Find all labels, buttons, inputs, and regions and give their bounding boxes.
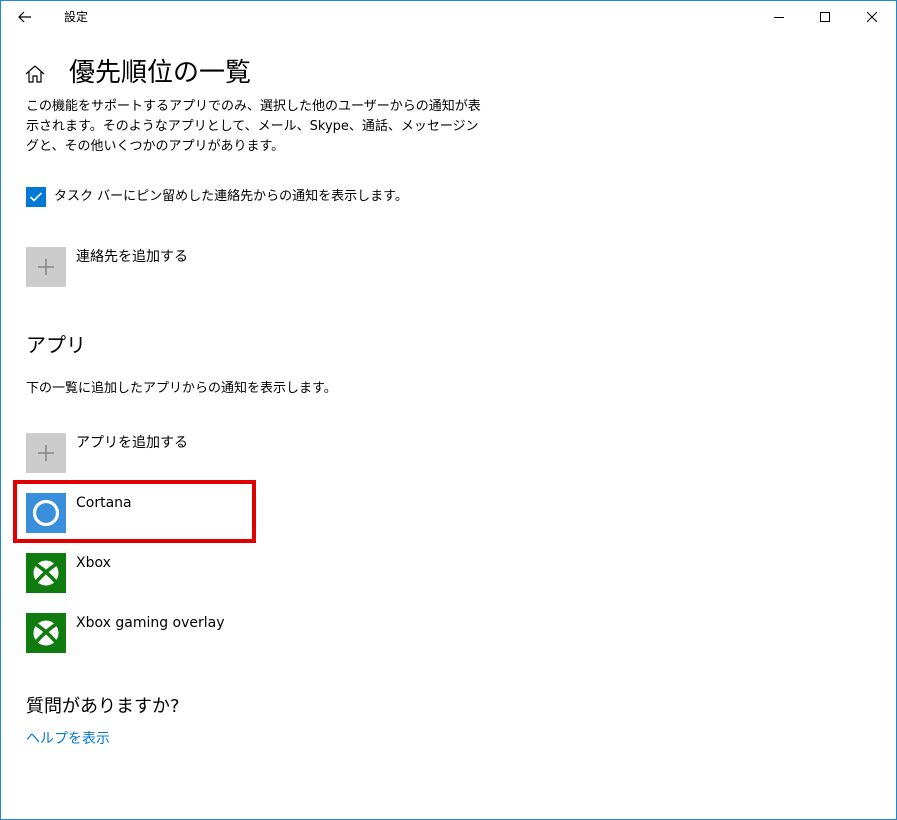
taskbar-contacts-checkbox-row[interactable]: タスク バーにピン留めした連絡先からの通知を表示します。	[26, 187, 408, 207]
checkmark-icon	[29, 192, 43, 202]
page-title: 優先順位の一覧	[69, 58, 252, 88]
back-button[interactable]	[9, 5, 41, 29]
xbox-icon	[33, 560, 59, 586]
close-button[interactable]	[849, 1, 895, 33]
minimize-icon	[774, 17, 784, 18]
cortana-highlight-box	[13, 480, 256, 543]
app-item-xbox-gaming-overlay-label[interactable]: Xbox gaming overlay	[76, 613, 225, 633]
taskbar-contacts-checkbox[interactable]	[26, 187, 46, 207]
title-bar: 設定	[1, 1, 896, 33]
maximize-button[interactable]	[802, 1, 848, 33]
help-question: 質問がありますか?	[26, 696, 180, 717]
close-icon	[867, 12, 877, 22]
app-item-xbox-tile[interactable]	[26, 553, 66, 593]
back-arrow-icon	[18, 11, 31, 23]
add-app-label[interactable]: アプリを追加する	[76, 433, 188, 453]
app-item-xbox-gaming-overlay-tile[interactable]	[26, 613, 66, 653]
apps-section-heading: アプリ	[26, 333, 86, 357]
app-item-xbox-label[interactable]: Xbox	[76, 553, 111, 573]
home-icon[interactable]	[24, 63, 46, 85]
plus-icon	[38, 259, 54, 275]
add-app-button[interactable]	[26, 433, 66, 473]
maximize-icon	[820, 12, 830, 22]
xbox-icon	[33, 620, 59, 646]
window-title: 設定	[64, 10, 89, 24]
apps-section-description: 下の一覧に追加したアプリからの通知を表示します。	[26, 381, 337, 396]
checkbox-label: タスク バーにピン留めした連絡先からの通知を表示します。	[54, 189, 408, 204]
add-contact-button[interactable]	[26, 247, 66, 287]
add-contact-label[interactable]: 連絡先を追加する	[76, 247, 188, 267]
page-description: この機能をサポートするアプリでのみ、選択した他のユーザーからの通知が表示されます…	[26, 99, 481, 154]
help-link[interactable]: ヘルプを表示	[26, 729, 110, 749]
plus-icon	[38, 445, 54, 461]
settings-window: 設定 優先順位の一覧 この機能をサポートするアプリでのみ、選択した他のユーザーか…	[0, 0, 897, 820]
minimize-button[interactable]	[756, 1, 802, 33]
